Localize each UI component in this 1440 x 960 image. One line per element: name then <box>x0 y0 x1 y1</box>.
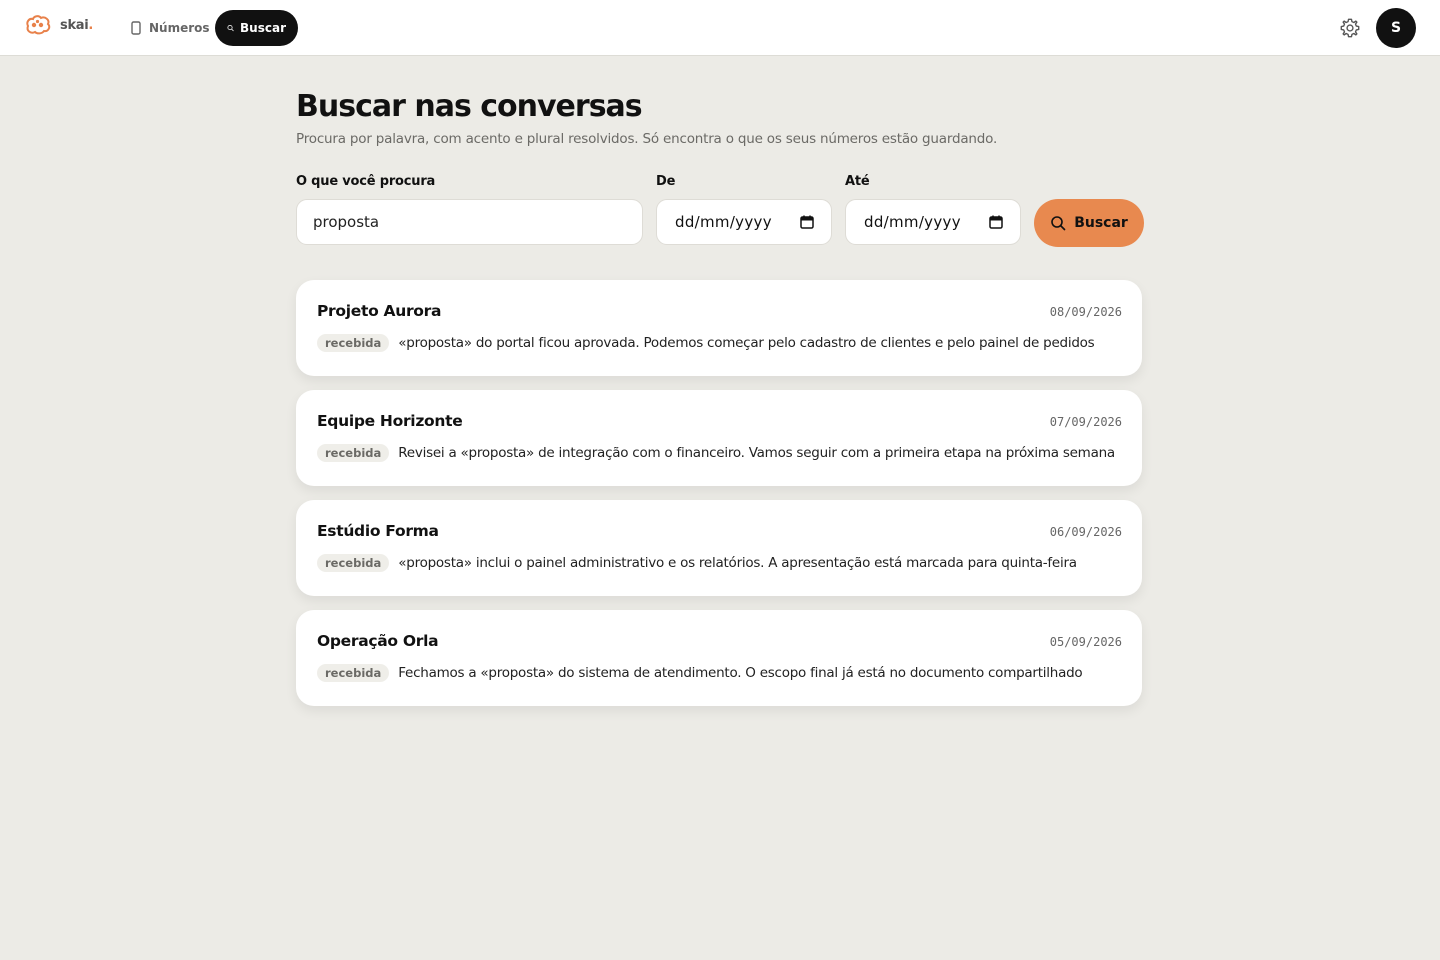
result-date: 06/09/2026 <box>1049 525 1122 539</box>
phone-icon <box>131 21 141 35</box>
result-title: Operação Orla <box>317 632 439 650</box>
to-date-placeholder: dd/mm/yyyy <box>864 213 961 231</box>
main-content: Buscar nas conversas Procura por palavra… <box>296 88 1144 706</box>
result-title: Estúdio Forma <box>317 522 439 540</box>
top-bar: skai. Números Buscar S <box>0 0 1440 56</box>
result-snippet: recebida «proposta» inclui o painel admi… <box>317 554 1077 572</box>
page-subtitle: Procura por palavra, com acento e plural… <box>296 131 998 147</box>
result-title: Equipe Horizonte <box>317 412 463 430</box>
search-button[interactable]: Buscar <box>1034 199 1144 247</box>
result-card[interactable]: Operação Orla 05/09/2026 recebida Fecham… <box>296 610 1142 706</box>
result-snippet: recebida Fechamos a «proposta» do sistem… <box>317 664 1083 682</box>
app-logo[interactable]: skai. <box>24 14 93 36</box>
nav-buscar[interactable]: Buscar <box>215 10 298 46</box>
status-badge: recebida <box>317 554 390 572</box>
search-button-label: Buscar <box>1074 215 1128 231</box>
user-avatar[interactable]: S <box>1376 8 1416 48</box>
snippet-text: «proposta» do portal ficou aprovada. Pod… <box>398 335 1095 351</box>
search-icon <box>1051 216 1066 231</box>
snippet-text: Revisei a «proposta» de integração com o… <box>398 445 1115 461</box>
nav-numeros-label: Números <box>149 21 210 35</box>
status-badge: recebida <box>317 664 390 682</box>
nav-buscar-label: Buscar <box>240 21 286 35</box>
search-form: O que você procura proposta De dd/mm/yyy… <box>296 174 1144 247</box>
from-date-label: De <box>656 174 676 189</box>
query-value: proposta <box>313 213 380 231</box>
results-list: Projeto Aurora 08/09/2026 recebida «prop… <box>296 280 1144 720</box>
status-badge: recebida <box>317 334 390 352</box>
gear-icon[interactable] <box>1339 17 1361 39</box>
calendar-icon[interactable] <box>799 214 815 230</box>
from-date-input[interactable]: dd/mm/yyyy <box>656 199 832 245</box>
snippet-text: Fechamos a «proposta» do sistema de aten… <box>398 665 1083 681</box>
result-date: 08/09/2026 <box>1049 305 1122 319</box>
nav-numeros[interactable]: Números <box>124 12 220 44</box>
page-title: Buscar nas conversas <box>296 89 643 124</box>
search-icon <box>227 24 234 32</box>
result-snippet: recebida Revisei a «proposta» de integra… <box>317 444 1115 462</box>
from-date-placeholder: dd/mm/yyyy <box>675 213 772 231</box>
skai-logo-icon <box>26 15 51 35</box>
to-date-input[interactable]: dd/mm/yyyy <box>845 199 1021 245</box>
snippet-text: «proposta» inclui o painel administrativ… <box>398 555 1077 571</box>
logo-text: skai. <box>60 17 94 33</box>
query-input[interactable]: proposta <box>296 199 643 245</box>
to-date-label: Até <box>845 174 870 189</box>
result-date: 05/09/2026 <box>1049 635 1122 649</box>
result-date: 07/09/2026 <box>1049 415 1122 429</box>
status-badge: recebida <box>317 444 390 462</box>
result-title: Projeto Aurora <box>317 302 442 320</box>
result-snippet: recebida «proposta» do portal ficou apro… <box>317 334 1095 352</box>
result-card[interactable]: Estúdio Forma 06/09/2026 recebida «propo… <box>296 500 1142 596</box>
result-card[interactable]: Equipe Horizonte 07/09/2026 recebida Rev… <box>296 390 1142 486</box>
query-label: O que você procura <box>296 174 436 189</box>
result-card[interactable]: Projeto Aurora 08/09/2026 recebida «prop… <box>296 280 1142 376</box>
calendar-icon[interactable] <box>988 214 1004 230</box>
